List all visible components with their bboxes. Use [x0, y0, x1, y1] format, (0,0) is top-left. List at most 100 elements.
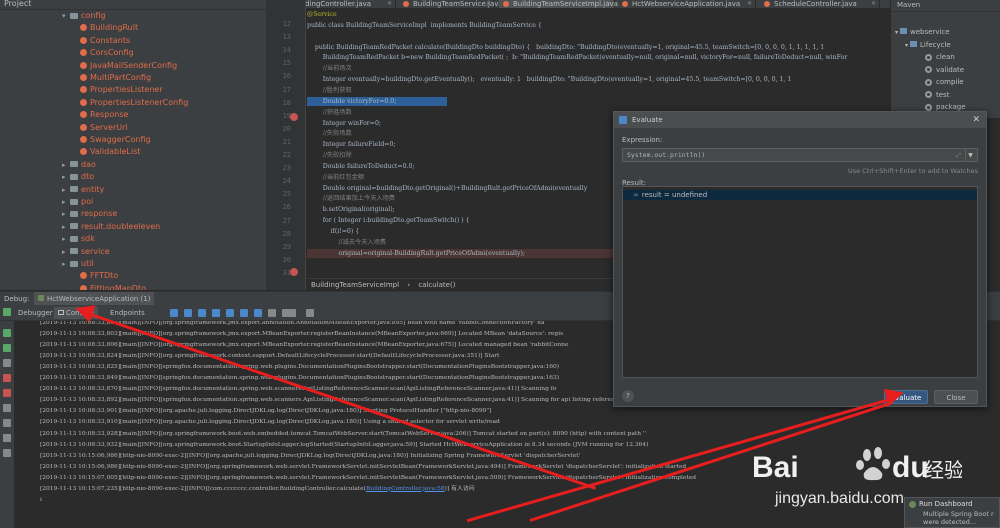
project-tree-item[interactable]: ▸ util [62, 258, 94, 270]
tab-hctwebserviceapplication[interactable]: HctWebserviceApplication.java ✕ [618, 0, 756, 8]
console-line: [2019-11-13 10:08:33,824][main][INFO][or… [40, 353, 499, 361]
project-tree-item[interactable]: Response [80, 109, 128, 121]
project-tree-item[interactable]: PropertiesListener [80, 84, 163, 96]
tab-schedulecontroller[interactable]: ScheduleController.java ✕ [760, 0, 880, 8]
maven-item[interactable]: compile [925, 76, 964, 88]
breakpoint-icon[interactable] [290, 113, 298, 121]
project-tree-item[interactable]: BuildingRult [80, 22, 138, 34]
chevron-right-icon[interactable]: ▸ [62, 233, 70, 245]
package-folder-icon [70, 210, 78, 217]
console-line: [2019-11-13 10:15:06,986][http-nio-8090-… [40, 464, 686, 472]
chevron-right-icon[interactable]: ▸ [62, 171, 70, 183]
view-breakpoints-icon[interactable] [3, 389, 11, 397]
pin-icon[interactable] [3, 449, 11, 457]
tab-endpoints[interactable]: Endpoints [110, 307, 145, 319]
chevron-down-icon[interactable]: ▾ [905, 42, 908, 49]
project-tree-item[interactable]: ServerUrl [80, 122, 128, 134]
step-over-icon[interactable] [184, 309, 192, 317]
console-source-link[interactable]: BuildingController.java:58 [366, 486, 445, 492]
project-tree-item[interactable]: ▸ dto [62, 171, 94, 183]
project-tree-item[interactable]: FittingMapDto [80, 283, 146, 290]
drop-frame-icon[interactable] [240, 309, 248, 317]
project-tree-item[interactable]: ▸ response [62, 208, 117, 220]
maven-item[interactable]: test [925, 89, 949, 101]
maven-item[interactable]: validate [925, 64, 964, 76]
project-tree-label: ValidableList [90, 147, 141, 157]
breadcrumb-class[interactable]: BuildingTeamServiceImpl [311, 281, 399, 289]
step-into-icon[interactable] [198, 309, 206, 317]
camera-icon[interactable] [3, 419, 11, 427]
stop-icon[interactable] [3, 374, 11, 382]
project-tree-item[interactable]: FFTDto [80, 270, 118, 282]
code-line: for ( Integer i:buildingDto.getTeamSwitc… [307, 217, 470, 225]
project-tree-item[interactable]: ▸ result.doubleeleven [62, 221, 160, 233]
project-tree-item[interactable]: ValidableList [80, 146, 140, 158]
chevron-right-icon[interactable]: ▸ [62, 246, 70, 258]
close-button[interactable]: Close [934, 390, 978, 404]
help-button[interactable]: ? [622, 390, 634, 402]
chevron-right-icon[interactable]: ▸ [62, 184, 70, 196]
project-tree-item[interactable]: CorsConfig [80, 47, 134, 59]
tab-close-icon[interactable]: ✕ [486, 0, 491, 8]
tab-debugger[interactable]: Debugger [18, 307, 53, 319]
show-execution-point-icon[interactable] [170, 309, 178, 317]
expand-icon[interactable]: ⤢ [956, 149, 961, 162]
debug-session-tab[interactable]: HctWebserviceApplication (1) [34, 292, 155, 306]
project-panel: Project ▾ config BuildingRult Constants Cors… [0, 0, 266, 290]
project-tree-item[interactable]: ▸ sdk [62, 233, 95, 245]
project-tree-item[interactable]: Constants [80, 35, 130, 47]
project-tree-item[interactable]: MultiPartConfig [80, 72, 151, 84]
project-tree-item[interactable]: ▸ poi [62, 196, 93, 208]
maven-item[interactable]: ▾ webservice [895, 26, 950, 38]
tab-close-icon[interactable]: ✕ [606, 0, 611, 8]
force-step-into-icon[interactable] [212, 309, 220, 317]
layout-icon[interactable] [288, 309, 296, 317]
settings-icon[interactable] [3, 434, 11, 442]
chevron-right-icon[interactable]: ▸ [62, 208, 70, 220]
project-tree-item[interactable]: SwaggerConfig [80, 134, 151, 146]
restart-icon[interactable] [3, 308, 11, 316]
chevron-right-icon[interactable]: ▸ [62, 221, 70, 233]
mute-breakpoints-icon[interactable] [3, 404, 11, 412]
editor-gutter[interactable]: 12 13 14 15 16 17 18 19 20 21 22 23 24 25 26 27 28 29 30 31 [266, 0, 306, 290]
tab-buildingteamserviceimpl[interactable]: BuildingTeamServiceImpl.java ✕ [499, 0, 618, 8]
project-tree-item[interactable]: ▸ dao [62, 159, 96, 171]
chevron-down-icon[interactable]: ▾ [895, 29, 898, 36]
console-line-text: [2019-11-13 10:08:33,803][main][INFO][or… [40, 331, 564, 338]
tab-close-icon[interactable]: ✕ [747, 0, 752, 8]
watermark-url: jingyan.baidu.com [775, 490, 904, 507]
result-row[interactable]: ∞ result = undefined [623, 190, 977, 200]
baidu-logo: Bai du 经验 [752, 447, 964, 484]
restore-layout-icon[interactable] [306, 309, 314, 317]
history-dropdown-icon[interactable]: ▼ [965, 149, 975, 161]
chevron-down-icon[interactable]: ▾ [62, 10, 70, 22]
project-tree-item[interactable]: ▾ config [62, 10, 105, 22]
chevron-right-icon[interactable]: ▸ [62, 196, 70, 208]
breakpoint-icon[interactable] [290, 268, 298, 276]
maven-item[interactable]: clean [925, 51, 955, 63]
project-tree-item[interactable]: ▸ service [62, 246, 110, 258]
step-out-icon[interactable] [226, 309, 234, 317]
project-tree-item[interactable]: PropertiesListenerConfig [80, 97, 188, 109]
tab-close-icon[interactable]: ✕ [387, 0, 392, 8]
resume-icon[interactable] [3, 344, 11, 352]
run-dashboard-notification[interactable]: Run Dashboard Multiple Spring Boot r wer… [904, 497, 1000, 528]
breadcrumb-method[interactable]: calculate() [418, 281, 455, 289]
maven-item[interactable]: ▾ Lifecycle [905, 39, 951, 51]
project-tree-item[interactable]: JavaMailSenderConfig [80, 60, 177, 72]
result-tree[interactable]: ∞ result = undefined [622, 186, 978, 378]
console-line: [2019-11-13 10:08:33,932][main][INFO][or… [40, 442, 648, 450]
evaluate-expression-icon[interactable] [268, 309, 276, 317]
expression-input[interactable]: System.out.println() ▼ ⤢ [622, 148, 978, 162]
run-to-cursor-icon[interactable] [254, 309, 262, 317]
rerun-icon[interactable] [3, 329, 11, 337]
project-tree-item[interactable]: ▸ entity [62, 184, 104, 196]
pause-icon[interactable] [3, 359, 11, 367]
close-icon[interactable]: ✕ [972, 112, 980, 128]
chevron-right-icon[interactable]: ▸ [62, 258, 70, 270]
tab-close-icon[interactable]: ✕ [871, 0, 876, 8]
tab-buildingteamservice[interactable]: BuildingTeamService.java ✕ [399, 0, 503, 8]
notification-body-2: were detected... [923, 518, 977, 526]
package-folder-icon [70, 223, 78, 230]
chevron-right-icon[interactable]: ▸ [62, 159, 70, 171]
